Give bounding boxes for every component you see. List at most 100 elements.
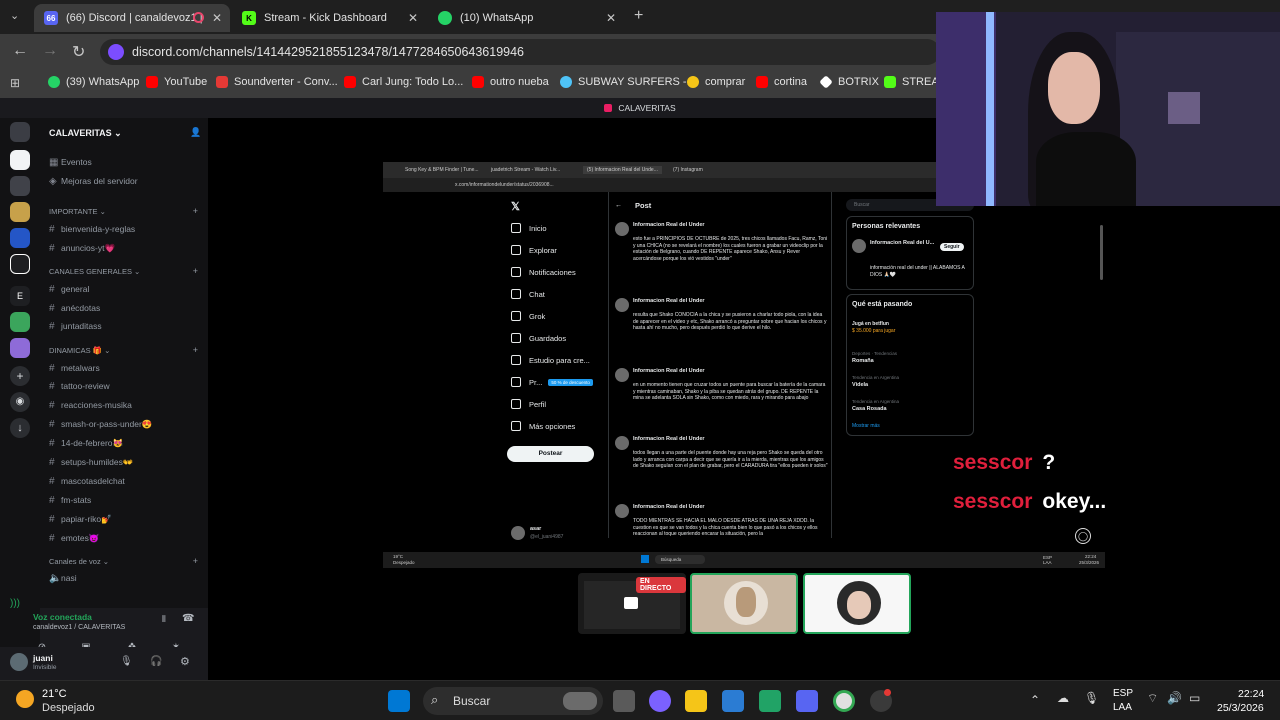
boost-item[interactable]: ◈ Mejoras del servidor bbox=[49, 174, 138, 188]
category-header[interactable]: IMPORTANTE ⌄ bbox=[49, 207, 106, 216]
discord-home-icon[interactable] bbox=[10, 122, 30, 142]
voice-channel-item[interactable]: 🔈 nasi bbox=[49, 571, 77, 585]
chevron-up-icon[interactable]: ⌃ bbox=[1030, 693, 1040, 707]
discord-icon[interactable] bbox=[796, 690, 818, 712]
download-icon[interactable]: ↓ bbox=[10, 418, 30, 438]
bookmark-item[interactable]: comprar bbox=[687, 76, 745, 88]
volume-icon[interactable]: 🔊 bbox=[1167, 691, 1182, 705]
new-tab-button[interactable]: + bbox=[634, 7, 643, 25]
bookmark-item[interactable]: (39) WhatsApp bbox=[48, 76, 139, 88]
url-field[interactable]: discord.com/channels/1414429521855123478… bbox=[100, 39, 940, 65]
server-icon[interactable] bbox=[10, 176, 30, 196]
tweet-author: Informacion Real del Under bbox=[633, 298, 705, 304]
bookmark-item[interactable]: BOTRIX bbox=[819, 75, 879, 89]
weather-icon[interactable] bbox=[16, 690, 34, 708]
bookmark-item[interactable]: YouTube bbox=[146, 76, 207, 88]
chrome-icon[interactable] bbox=[833, 690, 855, 712]
add-server-icon[interactable]: + bbox=[10, 366, 30, 386]
tab-whatsapp[interactable]: (10) WhatsApp ✕ bbox=[428, 4, 624, 32]
microphone-icon[interactable]: 🎙 bbox=[120, 656, 133, 667]
gear-icon[interactable]: ⚙ bbox=[180, 655, 190, 668]
channel-item[interactable]: # setups-humildes👐 bbox=[49, 455, 133, 469]
channel-item[interactable]: # smash-or-pass-under😍 bbox=[49, 417, 152, 431]
channel-item[interactable]: # fm-stats bbox=[49, 493, 91, 507]
relevant-people-box: Personas relevantes Informacion Real del… bbox=[846, 216, 974, 290]
server-name-header[interactable]: CALAVERITAS ⌄ bbox=[49, 128, 122, 139]
apps-grid-icon[interactable]: ⊞ bbox=[10, 76, 20, 90]
back-icon[interactable]: ← bbox=[12, 42, 28, 60]
channel-item[interactable]: #14-de-febrero😻 bbox=[49, 436, 123, 450]
close-icon[interactable]: ✕ bbox=[408, 11, 418, 25]
add-channel-icon[interactable]: + bbox=[193, 206, 198, 216]
bookmark-item[interactable]: SUBWAY SURFERS -... bbox=[560, 76, 696, 88]
tab-discord[interactable]: 66 (66) Discord | canaldevoz1 | ✕ bbox=[34, 4, 230, 32]
server-icon[interactable] bbox=[10, 228, 30, 248]
channel-item[interactable]: # emotes👿 bbox=[49, 531, 99, 545]
server-icon[interactable] bbox=[10, 254, 30, 274]
channel-item[interactable]: # reacciones-musika bbox=[49, 398, 132, 412]
server-icon[interactable]: E bbox=[10, 286, 30, 306]
add-channel-icon[interactable]: + bbox=[193, 266, 198, 276]
battery-icon[interactable]: ▭ bbox=[1189, 691, 1200, 705]
channel-item[interactable]: # anécdotas bbox=[49, 301, 100, 315]
file-explorer-icon[interactable] bbox=[685, 690, 707, 712]
body-shape bbox=[1036, 132, 1136, 206]
clock-time[interactable]: 22:24 bbox=[1238, 688, 1264, 700]
tab-search-icon[interactable]: ⌄ bbox=[10, 9, 19, 22]
copilot-icon[interactable] bbox=[649, 690, 671, 712]
hash-icon: # bbox=[49, 399, 55, 411]
channel-item[interactable]: # general bbox=[49, 282, 89, 296]
channel-name: smash-or-pass-under😍 bbox=[61, 418, 153, 429]
start-button[interactable] bbox=[388, 690, 410, 712]
bookmark-item[interactable]: Carl Jung: Todo Lo... bbox=[344, 76, 463, 88]
channel-item[interactable]: # papiar-riko💅 bbox=[49, 512, 112, 526]
channel-item[interactable]: # metalwars bbox=[49, 361, 100, 375]
disconnect-icon[interactable]: ☎ bbox=[182, 613, 194, 624]
word-icon[interactable] bbox=[722, 690, 744, 712]
category-header[interactable]: Canales de voz ⌄ bbox=[49, 557, 109, 566]
scrollbar[interactable] bbox=[1100, 225, 1103, 280]
microphone-icon[interactable]: 🎙 bbox=[1084, 691, 1099, 705]
reload-icon[interactable]: ↻ bbox=[72, 42, 85, 62]
channel-item[interactable]: # anuncios-yt💗 bbox=[49, 241, 115, 255]
site-info-icon[interactable] bbox=[108, 44, 124, 60]
weather-temp: 21°C bbox=[42, 688, 67, 700]
bookmark-item[interactable]: outro nueba bbox=[472, 76, 549, 88]
add-member-icon[interactable]: 👤 bbox=[190, 127, 201, 138]
bookmark-item[interactable]: cortina bbox=[756, 76, 807, 88]
excel-icon[interactable] bbox=[759, 690, 781, 712]
events-item[interactable]: ▦ Eventos bbox=[49, 155, 92, 169]
language-indicator[interactable]: ESP bbox=[1113, 688, 1133, 699]
headphones-icon[interactable]: 🎧 bbox=[150, 656, 162, 667]
forward-icon[interactable]: → bbox=[42, 42, 58, 60]
channel-item[interactable]: # bienvenida-y-reglas bbox=[49, 222, 135, 236]
onedrive-icon[interactable]: ☁ bbox=[1057, 691, 1069, 705]
channel-item[interactable]: # mascotasdelchat bbox=[49, 474, 125, 488]
wifi-icon[interactable]: ⌔ bbox=[1147, 691, 1158, 706]
explore-icon[interactable]: ◉ bbox=[10, 392, 30, 412]
noise-suppression-icon[interactable]: ⫴ bbox=[162, 614, 166, 625]
tab-kick[interactable]: K Stream - Kick Dashboard ✕ bbox=[232, 4, 426, 32]
add-channel-icon[interactable]: + bbox=[193, 345, 198, 355]
server-icon[interactable] bbox=[10, 338, 30, 358]
channel-item[interactable]: # tattoo-review bbox=[49, 379, 110, 393]
server-icon[interactable] bbox=[10, 150, 30, 170]
taskbar-search[interactable]: ⌕ Buscar bbox=[423, 687, 603, 715]
clock-date[interactable]: 25/3/2026 bbox=[1217, 702, 1264, 714]
category-header[interactable]: DINAMICAS 🎁 ⌄ bbox=[49, 346, 110, 355]
close-icon[interactable]: ✕ bbox=[212, 11, 222, 25]
stream-tile[interactable]: EN DIRECTO bbox=[578, 573, 686, 634]
participant-tile[interactable] bbox=[690, 573, 798, 634]
keyboard-layout[interactable]: LAA bbox=[1113, 702, 1132, 713]
add-channel-icon[interactable]: + bbox=[193, 556, 198, 566]
channel-item[interactable]: # juntaditass bbox=[49, 319, 102, 333]
avatar[interactable] bbox=[10, 653, 28, 671]
close-icon[interactable]: ✕ bbox=[606, 11, 616, 25]
bookmark-item[interactable]: Soundverter - Conv... bbox=[216, 76, 338, 88]
chat-bubble-icon[interactable]: ◯ bbox=[1075, 528, 1091, 544]
server-icon[interactable] bbox=[10, 312, 30, 332]
task-view-icon[interactable] bbox=[613, 690, 635, 712]
participant-tile[interactable] bbox=[803, 573, 911, 634]
category-header[interactable]: CANALES GENERALES ⌄ bbox=[49, 267, 140, 276]
server-icon[interactable] bbox=[10, 202, 30, 222]
